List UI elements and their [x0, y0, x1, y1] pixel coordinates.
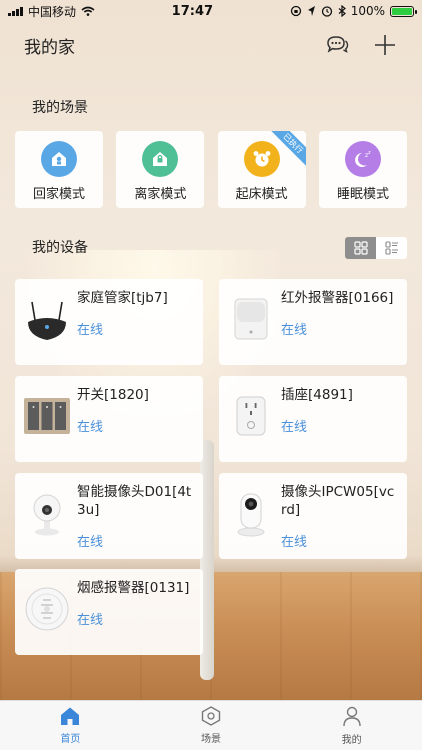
scene-label: 起床模式: [235, 187, 288, 202]
tab-label: 我的: [341, 735, 362, 746]
alarm-clock-icon: [243, 141, 280, 177]
chat-bubble-icon: [327, 36, 349, 53]
location-arrow-icon: [307, 6, 315, 16]
scene-label: 睡眠模式: [336, 187, 389, 202]
device-name: 智能摄像头D01[4t3u]: [77, 484, 192, 518]
bluetooth-icon: [338, 5, 346, 17]
scene-card-home[interactable]: 回家模式: [15, 131, 103, 208]
home-arrive-icon: [41, 141, 77, 177]
home-icon: [61, 707, 80, 725]
device-card-socket[interactable]: 插座[4891] 在线: [219, 376, 407, 462]
alarm-status-icon: [321, 6, 332, 17]
device-status: 在线: [77, 613, 104, 628]
svg-text:z: z: [368, 150, 371, 156]
tab-label: 首页: [60, 734, 81, 745]
grid-view-button[interactable]: [345, 237, 376, 259]
add-device-button[interactable]: [372, 32, 398, 58]
home-leave-icon: [142, 141, 179, 177]
smart-socket-icon: [225, 390, 277, 442]
device-status: 在线: [281, 535, 308, 550]
tab-label: 场景: [201, 734, 221, 745]
plus-icon: [375, 35, 395, 55]
wall-switch-icon: [21, 390, 73, 442]
scenes-list: 回家模式 离家模式 已执行 起床模式 zz 睡眠模式: [15, 131, 407, 208]
device-card-gateway[interactable]: 家庭管家[tjb7] 在线: [15, 279, 203, 365]
device-status: 在线: [77, 420, 104, 435]
device-name: 烟感报警器[0131]: [77, 580, 190, 596]
user-icon: [342, 706, 361, 727]
device-card-smoke-detector[interactable]: 烟感报警器[0131] 在线: [15, 569, 203, 655]
device-status: 在线: [77, 535, 104, 550]
scenes-section-title: 我的场景: [32, 100, 88, 116]
device-name: 家庭管家[tjb7]: [77, 290, 168, 306]
hexagon-scene-icon: [201, 706, 221, 726]
moon-sleep-icon: zz: [344, 141, 381, 177]
wifi-icon: [81, 6, 95, 16]
device-name: 红外报警器[0166]: [281, 290, 394, 306]
infrared-sensor-icon: [225, 293, 277, 345]
scene-card-wakeup[interactable]: 已执行 起床模式: [217, 131, 306, 208]
rotation-lock-icon: [290, 5, 301, 17]
app-header: 我的家: [0, 28, 422, 62]
clock-time: 17:47: [171, 3, 214, 19]
carrier-label: 中国移动: [28, 4, 77, 19]
gateway-hub-icon: [21, 293, 73, 345]
message-button[interactable]: [324, 32, 350, 58]
status-bar: 中国移动 17:47 100%: [0, 0, 422, 22]
tab-home[interactable]: 首页: [0, 701, 141, 750]
view-mode-toggle: [345, 237, 407, 259]
device-card-dome-camera[interactable]: 智能摄像头D01[4t3u] 在线: [15, 473, 203, 559]
list-view-icon: [384, 241, 398, 255]
ip-camera-icon: [225, 487, 277, 539]
device-name: 插座[4891]: [281, 387, 353, 403]
battery-icon: [390, 5, 417, 17]
device-status: 在线: [77, 323, 104, 338]
smoke-detector-icon: [21, 583, 73, 635]
page-title: 我的家: [24, 37, 75, 58]
devices-section-title: 我的设备: [32, 240, 88, 256]
grid-view-icon: [353, 241, 368, 255]
list-view-button[interactable]: [376, 237, 407, 259]
bottom-tab-bar: 首页 场景 我的: [0, 700, 422, 750]
scene-card-leave[interactable]: 离家模式: [116, 131, 205, 208]
device-card-ip-camera[interactable]: 摄像头IPCW05[vcrd] 在线: [219, 473, 407, 559]
dome-camera-icon: [21, 487, 73, 539]
device-card-switch[interactable]: 开关[1820] 在线: [15, 376, 203, 462]
tab-profile[interactable]: 我的: [281, 701, 422, 750]
battery-percent: 100%: [350, 4, 385, 18]
scene-card-sleep[interactable]: zz 睡眠模式: [318, 131, 407, 208]
device-name: 摄像头IPCW05[vcrd]: [281, 484, 395, 518]
device-name: 开关[1820]: [77, 387, 149, 403]
tab-scenes[interactable]: 场景: [141, 701, 282, 750]
scene-label: 离家模式: [134, 187, 187, 202]
device-status: 在线: [281, 323, 308, 338]
device-status: 在线: [281, 420, 308, 435]
cellular-signal-icon: [8, 6, 23, 16]
device-card-infrared[interactable]: 红外报警器[0166] 在线: [219, 279, 407, 365]
scene-label: 回家模式: [32, 187, 85, 202]
